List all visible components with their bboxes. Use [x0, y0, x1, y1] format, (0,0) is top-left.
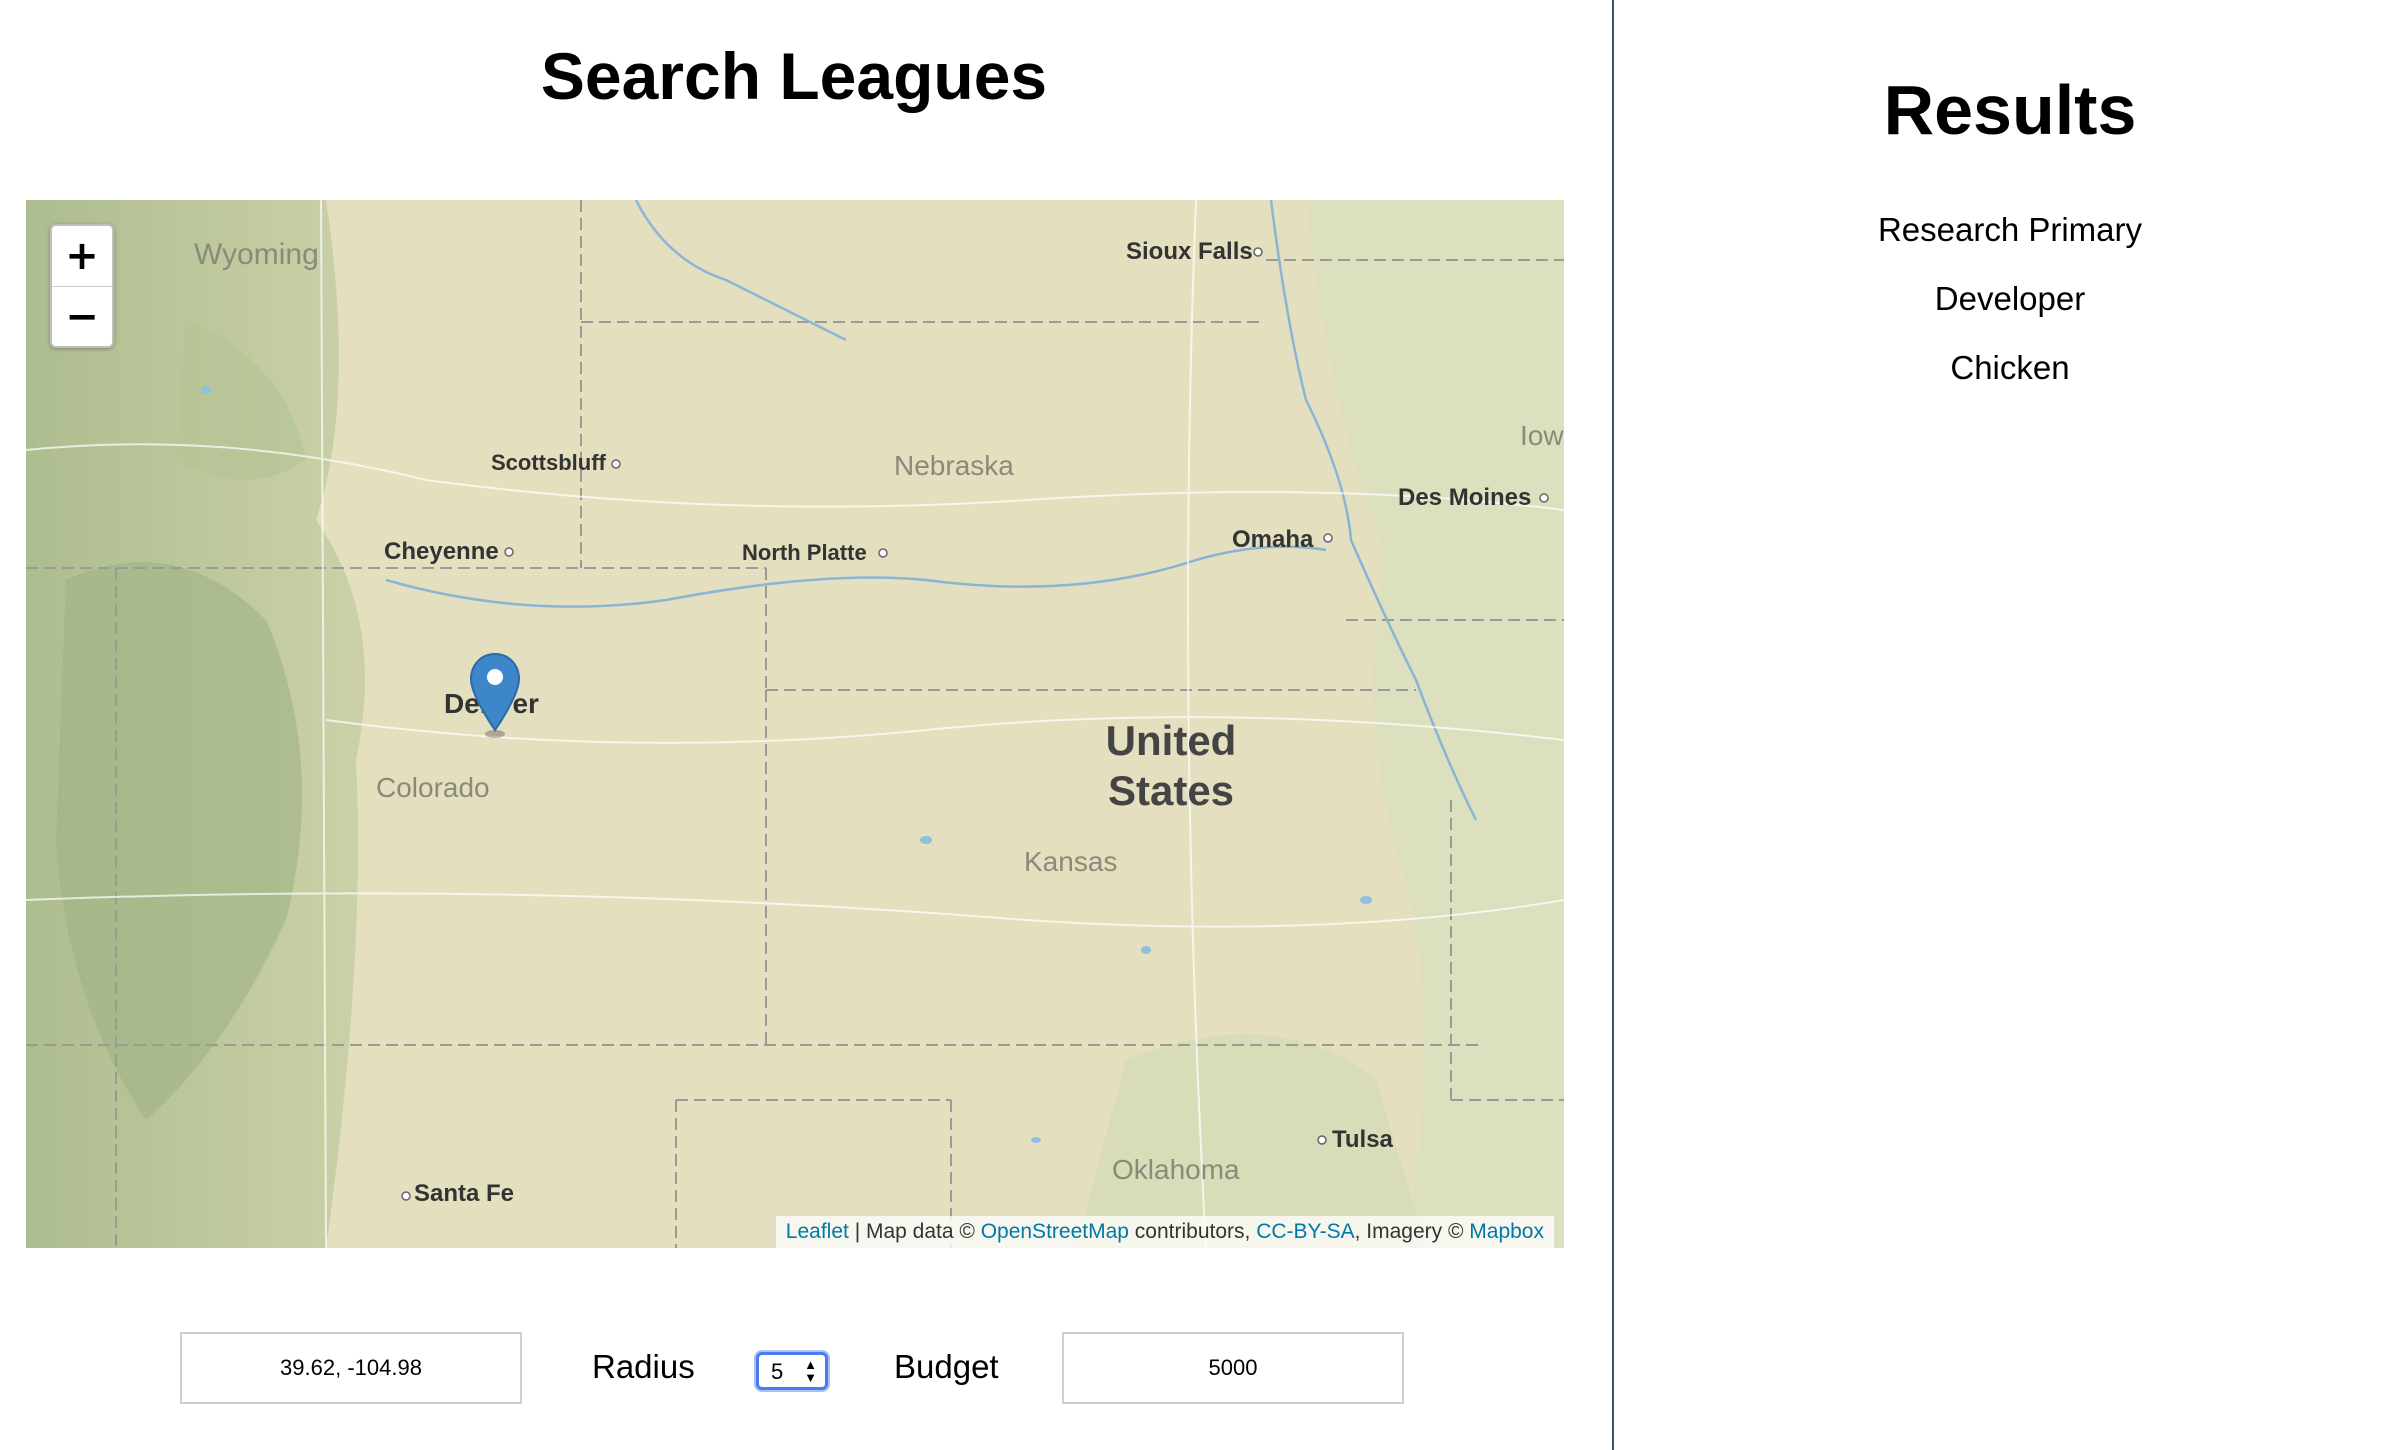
- map-tiles: [26, 200, 1564, 1248]
- page-title: Search Leagues: [540, 39, 1048, 113]
- map-label-omaha: Omaha: [1232, 526, 1314, 553]
- attribution-text-contributors: contributors,: [1128, 1220, 1257, 1243]
- radius-value: 5: [771, 1359, 784, 1384]
- results-title: Results: [1883, 71, 2137, 149]
- map-label-wyoming: Wyoming: [194, 238, 319, 271]
- map-label-united: United: [1105, 717, 1237, 764]
- map-label-north-platte: North Platte: [742, 540, 867, 565]
- results-panel: Results Research Primary Developer Chick…: [1614, 0, 2406, 1450]
- coordinates-input[interactable]: [180, 1332, 522, 1404]
- zoom-in-button[interactable]: +: [52, 226, 112, 286]
- radius-label: Radius: [592, 1348, 695, 1385]
- map-label-oklahoma: Oklahoma: [1112, 1154, 1240, 1185]
- mapbox-link[interactable]: Mapbox: [1469, 1220, 1544, 1243]
- leaflet-link[interactable]: Leaflet: [786, 1220, 849, 1243]
- map[interactable]: Wyoming Sioux Falls Nebraska Scottsbluff…: [26, 200, 1564, 1248]
- map-label-tulsa: Tulsa: [1332, 1126, 1393, 1153]
- budget-label: Budget: [894, 1348, 999, 1385]
- zoom-control: + −: [50, 224, 114, 348]
- zoom-out-button[interactable]: −: [52, 286, 112, 346]
- select-arrows-icon: ▲ ▼: [804, 1357, 817, 1385]
- map-label-des-moines: Des Moines: [1398, 484, 1532, 511]
- cc-by-sa-link[interactable]: CC-BY-SA: [1256, 1220, 1354, 1243]
- map-label-santa-fe: Santa Fe: [414, 1180, 515, 1207]
- map-label-sioux-falls: Sioux Falls: [1126, 238, 1253, 265]
- map-attribution: Leaflet | Map data © OpenStreetMap contr…: [775, 1216, 1554, 1248]
- attribution-text-map-data: | Map data ©: [848, 1220, 981, 1243]
- search-controls: Radius 5 ▲▼ Budget: [0, 1332, 1612, 1408]
- osm-link[interactable]: OpenStreetMap: [981, 1220, 1129, 1243]
- map-label-iowa: Iow: [1520, 420, 1564, 451]
- map-label-nebraska: Nebraska: [894, 450, 1014, 481]
- result-item[interactable]: Chicken: [1614, 346, 2406, 415]
- attribution-text-imagery: , Imagery ©: [1354, 1220, 1470, 1243]
- results-list: Research Primary Developer Chicken: [1614, 208, 2406, 415]
- map-label-kansas: Kansas: [1024, 846, 1118, 877]
- map-label-united-states: United States: [1076, 716, 1266, 816]
- radius-select[interactable]: 5 ▲ ▼: [756, 1352, 828, 1390]
- map-label-colorado: Colorado: [376, 772, 490, 803]
- budget-input[interactable]: [1062, 1332, 1404, 1404]
- map-label-states: States: [1107, 767, 1235, 814]
- map-label-scottsbluff: Scottsbluff: [491, 450, 606, 475]
- map-pin-icon[interactable]: [469, 652, 521, 738]
- map-label-cheyenne: Cheyenne: [384, 538, 499, 565]
- search-panel: Search Leagues Wyoming Sioux Falls Nebra…: [0, 0, 1612, 1450]
- result-item[interactable]: Research Primary: [1614, 208, 2406, 277]
- result-item[interactable]: Developer: [1614, 277, 2406, 346]
